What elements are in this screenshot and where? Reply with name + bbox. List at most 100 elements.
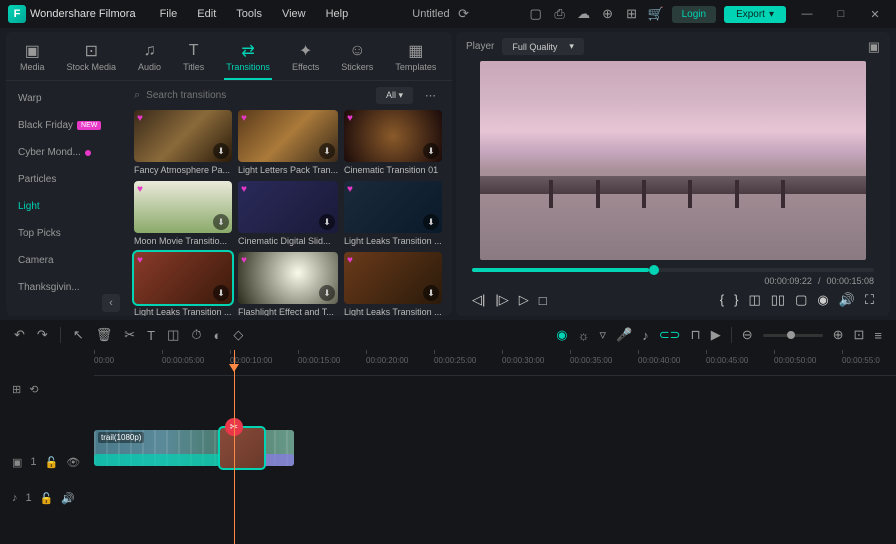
tab-transitions[interactable]: ⇄Transitions bbox=[224, 38, 272, 80]
menu-file[interactable]: File bbox=[152, 4, 186, 24]
transition-card[interactable]: ♥⬇Fancy Atmosphere Pa... bbox=[134, 110, 232, 175]
track-link-icon[interactable]: ⟲ bbox=[29, 383, 38, 396]
fullscreen-icon[interactable]: ⛶ bbox=[865, 292, 874, 308]
filter-dropdown[interactable]: All ▾ bbox=[376, 87, 413, 104]
close-button[interactable]: ✕ bbox=[862, 4, 888, 24]
cloud-icon[interactable]: ☁ bbox=[576, 6, 592, 22]
transition-card[interactable]: ♥⬇Light Leaks Transition ... bbox=[344, 252, 442, 316]
text-tool[interactable]: T bbox=[147, 328, 155, 343]
marker-icon[interactable]: ▿ bbox=[600, 327, 607, 343]
tab-templates[interactable]: ▦Templates bbox=[393, 38, 438, 80]
auto-ripple-icon[interactable]: ◉ bbox=[556, 327, 567, 343]
zoom-in-button[interactable]: ⊕ bbox=[833, 327, 844, 343]
support-icon[interactable]: ⊕ bbox=[600, 6, 616, 22]
grid-icon[interactable]: ⊞ bbox=[624, 6, 640, 22]
save-icon[interactable]: ⎙ bbox=[552, 6, 568, 22]
render-icon[interactable]: ▶ bbox=[711, 327, 721, 343]
download-icon[interactable]: ⬇ bbox=[213, 214, 229, 230]
mark-out-button[interactable]: } bbox=[734, 292, 738, 308]
sidebar-item-cybermond[interactable]: Cyber Mond... bbox=[6, 139, 124, 166]
download-icon[interactable]: ⬇ bbox=[423, 214, 439, 230]
delete-button[interactable]: 🗑 bbox=[96, 327, 113, 343]
settings-icon[interactable]: ≡ bbox=[874, 328, 882, 343]
video-preview[interactable] bbox=[480, 61, 866, 260]
track-mute-icon[interactable]: 🔊 bbox=[61, 492, 75, 505]
tab-stickers[interactable]: ☺Stickers bbox=[339, 38, 375, 80]
transition-card[interactable]: ♥⬇Light Letters Pack Tran... bbox=[238, 110, 338, 175]
prev-frame-button[interactable]: ◁| bbox=[472, 292, 485, 308]
track-visibility-icon[interactable]: 👁 bbox=[66, 456, 80, 469]
collapse-sidebar-button[interactable]: ‹ bbox=[102, 294, 120, 312]
download-icon[interactable]: ⬇ bbox=[423, 285, 439, 301]
download-icon[interactable]: ⬇ bbox=[213, 285, 229, 301]
sidebar-item-camera[interactable]: Camera bbox=[6, 247, 124, 274]
transition-card[interactable]: ♥⬇Moon Movie Transitio... bbox=[134, 181, 232, 246]
fit-button[interactable]: ⊡ bbox=[854, 327, 865, 343]
time-ruler[interactable]: 00:0000:00:05:0000:00:10:0000:00:15:0000… bbox=[94, 350, 896, 376]
adjust-icon[interactable]: ☼ bbox=[578, 328, 590, 343]
tab-effects[interactable]: ✦Effects bbox=[290, 38, 321, 80]
mark-in-button[interactable]: { bbox=[720, 292, 724, 308]
download-icon[interactable]: ⬇ bbox=[319, 285, 335, 301]
tab-stock-media[interactable]: ⊡Stock Media bbox=[65, 38, 119, 80]
link-icon[interactable]: ⊂⊃ bbox=[659, 327, 681, 343]
transition-card[interactable]: ♥⬇Light Leaks Transition ... bbox=[344, 181, 442, 246]
export-button[interactable]: Export ▾ bbox=[724, 6, 786, 23]
login-button[interactable]: Login bbox=[672, 6, 716, 23]
play-button[interactable]: ▷ bbox=[519, 292, 529, 308]
sidebar-item-particles[interactable]: Particles bbox=[6, 166, 124, 193]
progress-bar[interactable] bbox=[472, 268, 874, 272]
more-options-button[interactable]: ⋯ bbox=[421, 89, 442, 102]
redo-button[interactable]: ↷ bbox=[37, 327, 48, 343]
track-options-icon[interactable]: ⊞ bbox=[12, 383, 21, 396]
pointer-tool[interactable]: ↖ bbox=[73, 327, 84, 343]
transition-card[interactable]: ♥⬇Light Leaks Transition ... bbox=[134, 252, 232, 316]
sidebar-item-light[interactable]: Light bbox=[6, 193, 124, 220]
sync-icon[interactable]: ⟳ bbox=[456, 6, 472, 22]
mic-icon[interactable]: 🎤 bbox=[616, 327, 632, 343]
color-tool[interactable]: ◐ bbox=[214, 328, 222, 343]
minimize-button[interactable]: — bbox=[794, 4, 820, 24]
quality-dropdown[interactable]: Full Quality ▾ bbox=[502, 38, 584, 55]
menu-help[interactable]: Help bbox=[318, 4, 357, 24]
track-lock-icon[interactable]: 🔓 bbox=[45, 456, 59, 469]
transition-card[interactable]: ♥⬇Flashlight Effect and T... bbox=[238, 252, 338, 316]
monitor-icon[interactable]: ▢ bbox=[528, 6, 544, 22]
snapshot-button[interactable]: ▣ bbox=[868, 39, 880, 55]
cart-icon[interactable]: 🛒 bbox=[648, 6, 664, 22]
tab-titles[interactable]: TTitles bbox=[181, 38, 206, 80]
tab-audio[interactable]: ♫Audio bbox=[136, 38, 163, 80]
timeline-tracks[interactable]: 00:0000:00:05:0000:00:10:0000:00:15:0000… bbox=[94, 350, 896, 544]
mixer-icon[interactable]: ♪ bbox=[642, 328, 649, 343]
transition-card[interactable]: ♥⬇Cinematic Digital Slid... bbox=[238, 181, 338, 246]
audio-clip[interactable] bbox=[94, 454, 224, 466]
display-icon[interactable]: ▢ bbox=[795, 292, 807, 308]
menu-tools[interactable]: Tools bbox=[228, 4, 270, 24]
stop-button[interactable]: □ bbox=[539, 293, 547, 308]
transition-card[interactable]: ♥⬇Cinematic Transition 01 bbox=[344, 110, 442, 175]
sidebar-item-toppicks[interactable]: Top Picks bbox=[6, 220, 124, 247]
next-frame-button[interactable]: |▷ bbox=[495, 292, 508, 308]
audio-clip-2[interactable] bbox=[262, 454, 294, 466]
download-icon[interactable]: ⬇ bbox=[319, 143, 335, 159]
speed-tool[interactable]: ⏱ bbox=[191, 327, 201, 343]
undo-button[interactable]: ↶ bbox=[14, 327, 25, 343]
compare-icon[interactable]: ▯▯ bbox=[771, 292, 785, 308]
tab-media[interactable]: ▣Media bbox=[18, 38, 47, 80]
menu-edit[interactable]: Edit bbox=[189, 4, 224, 24]
split-button[interactable]: ✂ bbox=[124, 327, 135, 343]
magnet-icon[interactable]: ⊓ bbox=[691, 327, 701, 343]
maximize-button[interactable]: □ bbox=[828, 4, 854, 24]
download-icon[interactable]: ⬇ bbox=[319, 214, 335, 230]
keyframe-tool[interactable]: ◇ bbox=[233, 327, 243, 343]
crop-tool[interactable]: ◫ bbox=[167, 327, 179, 343]
search-input[interactable] bbox=[146, 90, 368, 101]
zoom-out-button[interactable]: ⊖ bbox=[742, 327, 753, 343]
playhead[interactable] bbox=[234, 350, 235, 544]
menu-view[interactable]: View bbox=[274, 4, 314, 24]
volume-icon[interactable]: 🔊 bbox=[839, 292, 855, 308]
sidebar-item-blackfriday[interactable]: Black FridayNEW bbox=[6, 112, 124, 139]
camera-icon[interactable]: ◉ bbox=[817, 292, 828, 308]
track-lock-icon[interactable]: 🔓 bbox=[40, 492, 54, 505]
download-icon[interactable]: ⬇ bbox=[423, 143, 439, 159]
